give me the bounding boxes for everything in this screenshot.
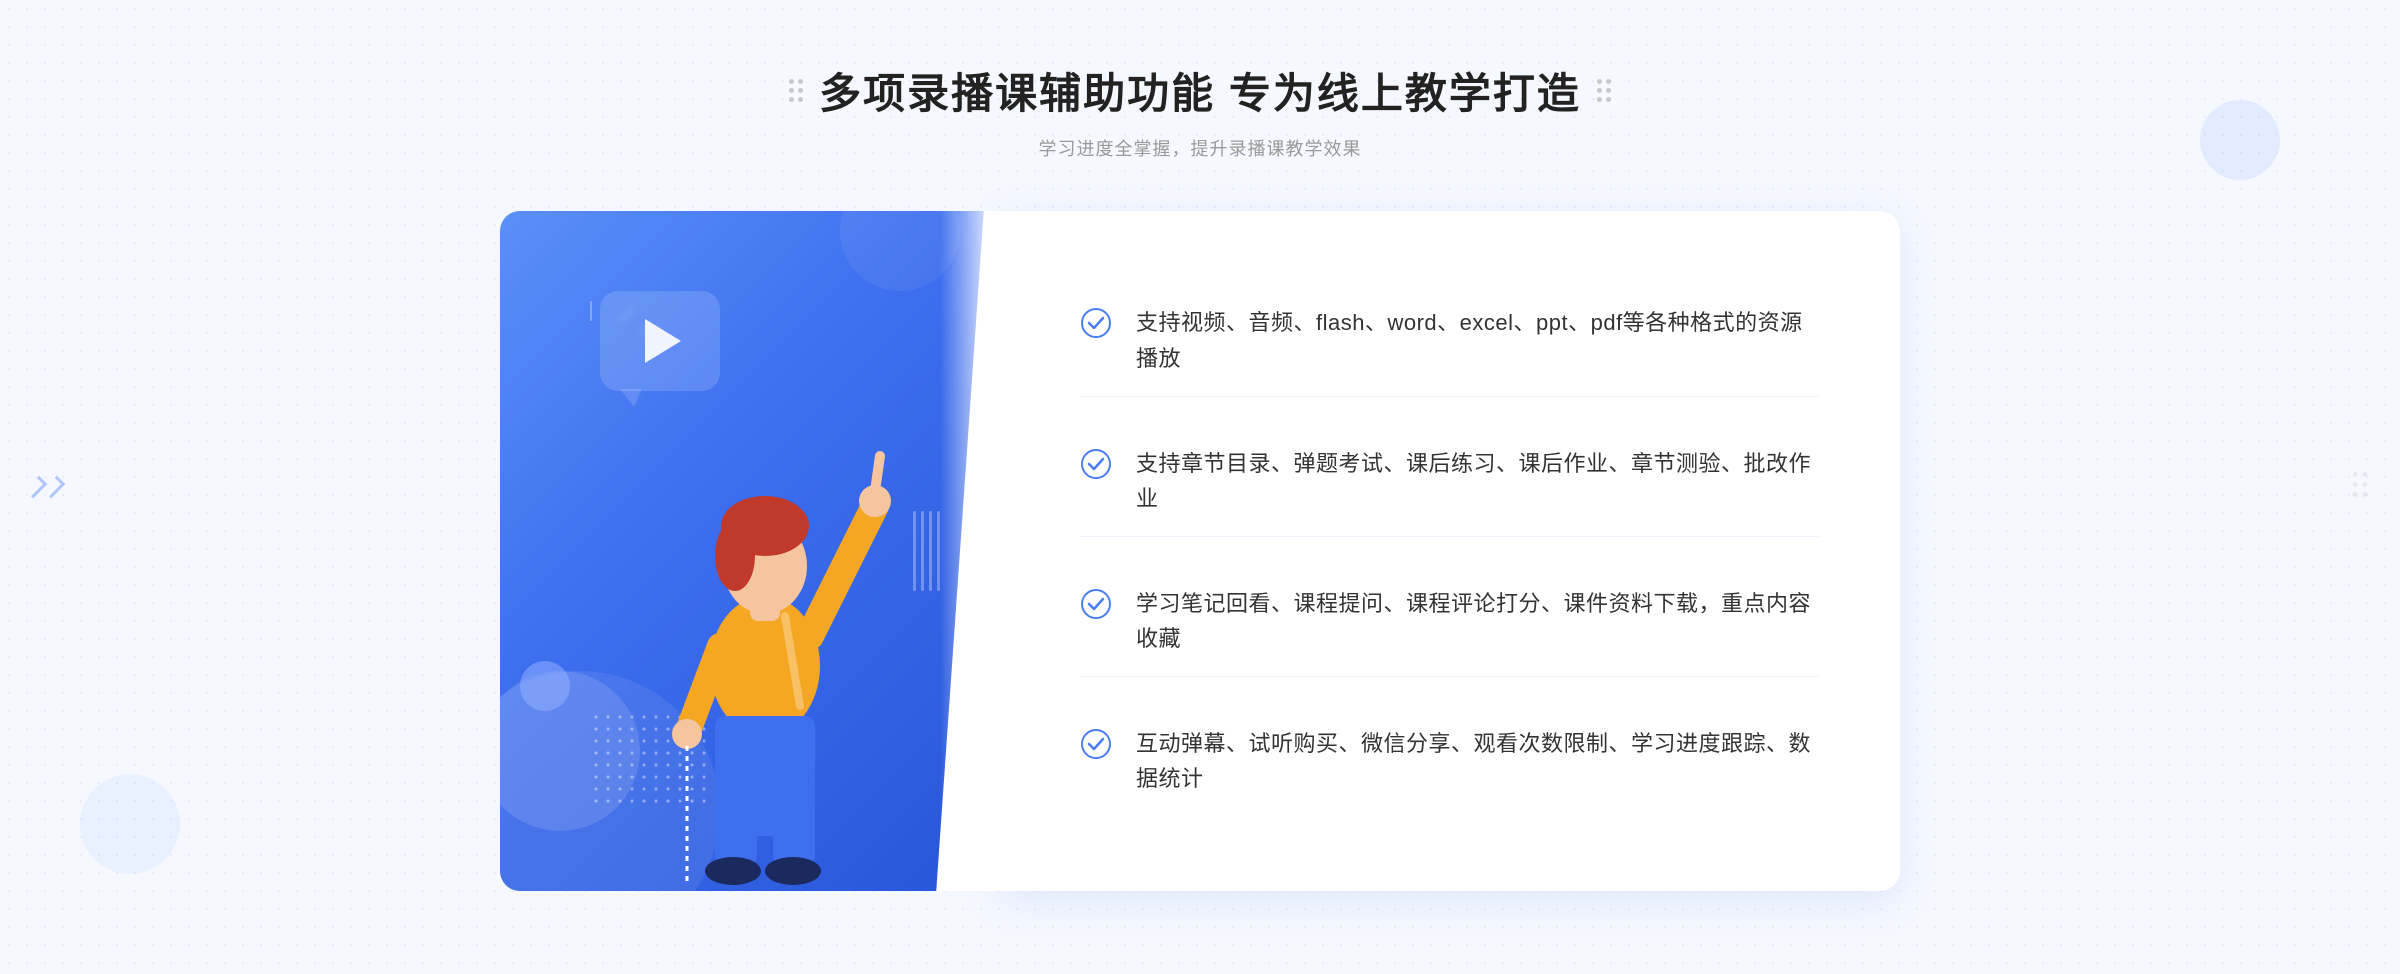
feature-text-2: 支持章节目录、弹题考试、课后练习、课后作业、章节测验、批改作业 [1136,446,1820,516]
feature-item-3: 学习笔记回看、课程提问、课程评论打分、课件资料下载，重点内容收藏 [1080,566,1820,677]
deco-circle-bl [80,774,180,874]
page-title: 多项录播课辅助功能 专为线上教学打造 [819,60,1581,121]
chevron-icon-2 [43,476,66,499]
title-row: 多项录播课辅助功能 专为线上教学打造 [789,60,1611,121]
header-section: 多项录播课辅助功能 专为线上教学打造 学习进度全掌握，提升录播课教学效果 [789,60,1611,161]
vert-lines-decoration [913,511,940,591]
right-dots-decoration [2350,470,2370,505]
check-icon-3 [1080,588,1112,620]
feature-text-3: 学习笔记回看、课程提问、课程评论打分、课件资料下载，重点内容收藏 [1136,586,1820,656]
small-accent-circle [520,661,570,711]
right-dots-icon [1597,79,1611,102]
feature-text-4: 互动弹幕、试听购买、微信分享、观看次数限制、学习进度跟踪、数据统计 [1136,726,1820,796]
person-illustration [615,326,915,891]
content-area: 支持视频、音频、flash、word、excel、ppt、pdf等各种格式的资源… [500,211,1900,891]
page-wrapper: 多项录播课辅助功能 专为线上教学打造 学习进度全掌握，提升录播课教学效果 [0,0,2400,974]
panel-gradient-edge [940,211,1000,891]
feature-item-2: 支持章节目录、弹题考试、课后练习、课后作业、章节测验、批改作业 [1080,426,1820,537]
check-icon-2 [1080,448,1112,480]
page-subtitle: 学习进度全掌握，提升录播课教学效果 [789,135,1611,161]
check-icon-4 [1080,728,1112,760]
features-panel: 支持视频、音频、flash、word、excel、ppt、pdf等各种格式的资源… [1000,211,1900,891]
left-dots-icon [789,79,803,102]
sidebar-chevrons [30,477,60,497]
feature-item-4: 互动弹幕、试听购买、微信分享、观看次数限制、学习进度跟踪、数据统计 [1080,706,1820,816]
feature-item-1: 支持视频、音频、flash、word、excel、ppt、pdf等各种格式的资源… [1080,285,1820,396]
check-icon-1 [1080,307,1112,339]
deco-circle-tr [2200,100,2280,180]
feature-text-1: 支持视频、音频、flash、word、excel、ppt、pdf等各种格式的资源… [1136,305,1820,375]
illustration-panel [500,211,1000,891]
